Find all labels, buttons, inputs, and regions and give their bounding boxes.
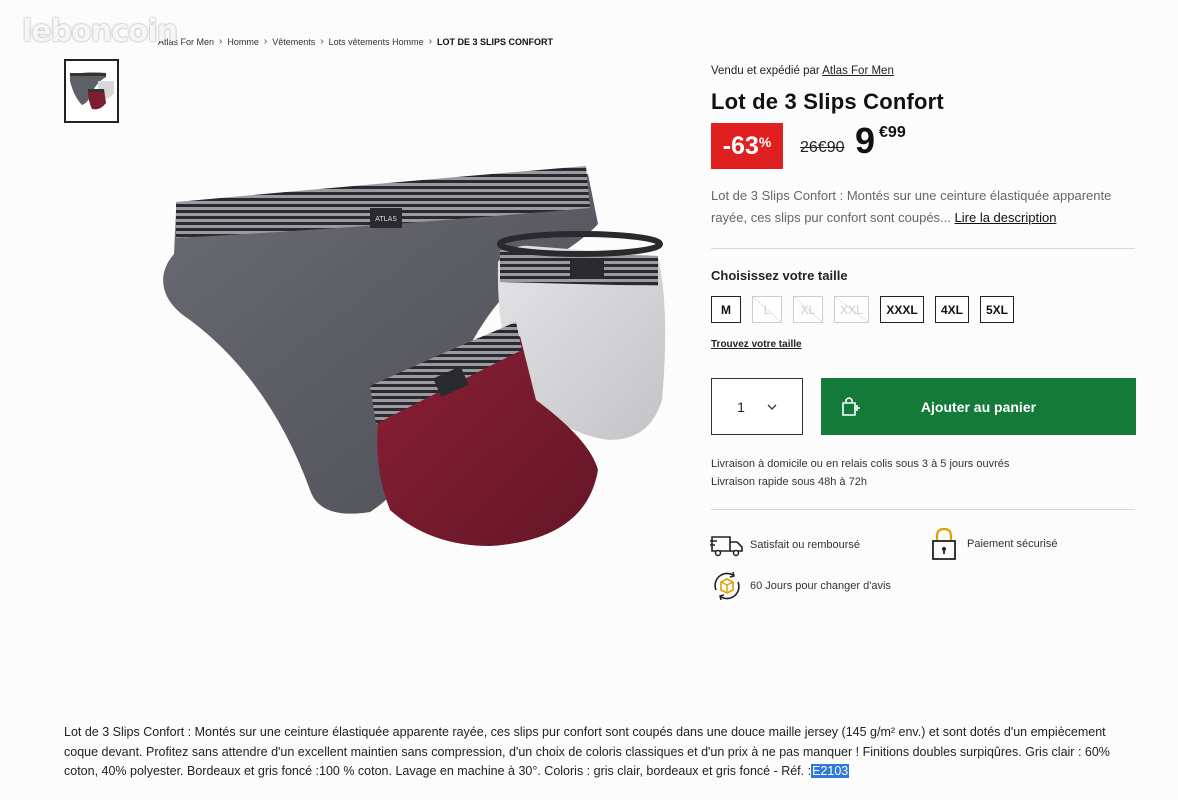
price-decimal: €99 xyxy=(879,124,906,141)
size-label: Choisissez votre taille xyxy=(711,268,848,283)
read-description-link[interactable]: Lire la description xyxy=(955,210,1057,225)
seller-prefix: Vendu et expédié par xyxy=(711,65,820,77)
discount-badge: -63% xyxy=(711,123,783,169)
breadcrumb-item-homme[interactable]: Homme xyxy=(227,37,259,47)
breadcrumb-item-lots[interactable]: Lots vêtements Homme xyxy=(329,37,424,47)
discount-value: -63 xyxy=(722,131,759,160)
add-to-cart-label: Ajouter au panier xyxy=(920,398,1037,415)
delivery-truck-icon xyxy=(710,528,744,562)
delivery-line-standard: Livraison à domicile ou en relais colis … xyxy=(711,458,1010,470)
size-guide-link[interactable]: Trouvez votre taille xyxy=(711,339,802,350)
divider xyxy=(711,509,1135,510)
cart-add-icon xyxy=(839,395,861,420)
add-to-cart-button[interactable]: Ajouter au panier xyxy=(821,378,1136,435)
long-description-text: Lot de 3 Slips Confort : Montés sur une … xyxy=(64,725,1110,778)
chevron-down-icon xyxy=(767,401,777,413)
feature-secure-payment: Paiement sécurisé xyxy=(927,527,1058,561)
chevron-right-icon: › xyxy=(263,36,268,47)
chevron-right-icon: › xyxy=(320,36,324,47)
leboncoin-watermark: leboncoin xyxy=(22,14,178,49)
seller-link[interactable]: Atlas For Men xyxy=(822,65,894,77)
padlock-icon xyxy=(927,527,961,561)
size-option-xxl: XXL xyxy=(834,296,869,323)
chevron-right-icon: › xyxy=(428,36,432,47)
size-option-l: L xyxy=(752,296,782,323)
feature-refund-label: Satisfait ou remboursé xyxy=(750,539,861,551)
current-price: 9 €99 xyxy=(855,121,906,161)
short-description: Lot de 3 Slips Confort : Montés sur une … xyxy=(711,185,1131,229)
size-option-xxxl[interactable]: XXXL xyxy=(880,296,924,323)
price-integer: 9 xyxy=(855,120,876,161)
delivery-line-express: Livraison rapide sous 48h à 72h xyxy=(711,476,867,488)
size-option-xl: XL xyxy=(793,296,823,323)
size-option-m[interactable]: M xyxy=(711,296,741,323)
breadcrumb-current: LOT DE 3 SLIPS CONFORT xyxy=(437,36,554,47)
product-image: ATLAS xyxy=(150,150,680,560)
feature-refund: Satisfait ou remboursé xyxy=(710,528,860,562)
product-reference: E2103 xyxy=(811,764,850,778)
size-options: M L XL XXL XXXL 4XL 5XL xyxy=(711,296,1025,323)
brand-label: ATLAS xyxy=(375,215,397,223)
size-option-4xl[interactable]: 4XL xyxy=(935,296,969,323)
breadcrumb-item-vetements[interactable]: Vêtements xyxy=(272,37,315,47)
feature-returns-label: 60 Jours pour changer d'avis xyxy=(750,580,891,592)
product-thumbnail[interactable] xyxy=(64,59,119,123)
delivery-info: Livraison à domicile ou en relais colis … xyxy=(711,455,1009,491)
discount-unit: % xyxy=(758,134,772,150)
size-option-5xl[interactable]: 5XL xyxy=(980,296,1014,323)
long-description: Lot de 3 Slips Confort : Montés sur une … xyxy=(64,723,1139,782)
old-price: 26€90 xyxy=(800,139,845,156)
breadcrumb: Atlas For Men › Homme › Vêtements › Lots… xyxy=(158,36,553,47)
divider xyxy=(711,248,1135,249)
chevron-right-icon: › xyxy=(219,36,223,47)
seller-info: Vendu et expédié par Atlas For Men xyxy=(711,65,894,77)
quantity-select[interactable]: 1 xyxy=(711,378,803,435)
return-box-icon xyxy=(710,569,744,603)
feature-secure-payment-label: Paiement sécurisé xyxy=(967,538,1058,550)
feature-returns: 60 Jours pour changer d'avis xyxy=(710,569,891,603)
quantity-value: 1 xyxy=(737,398,745,415)
product-title: Lot de 3 Slips Confort xyxy=(711,89,944,114)
